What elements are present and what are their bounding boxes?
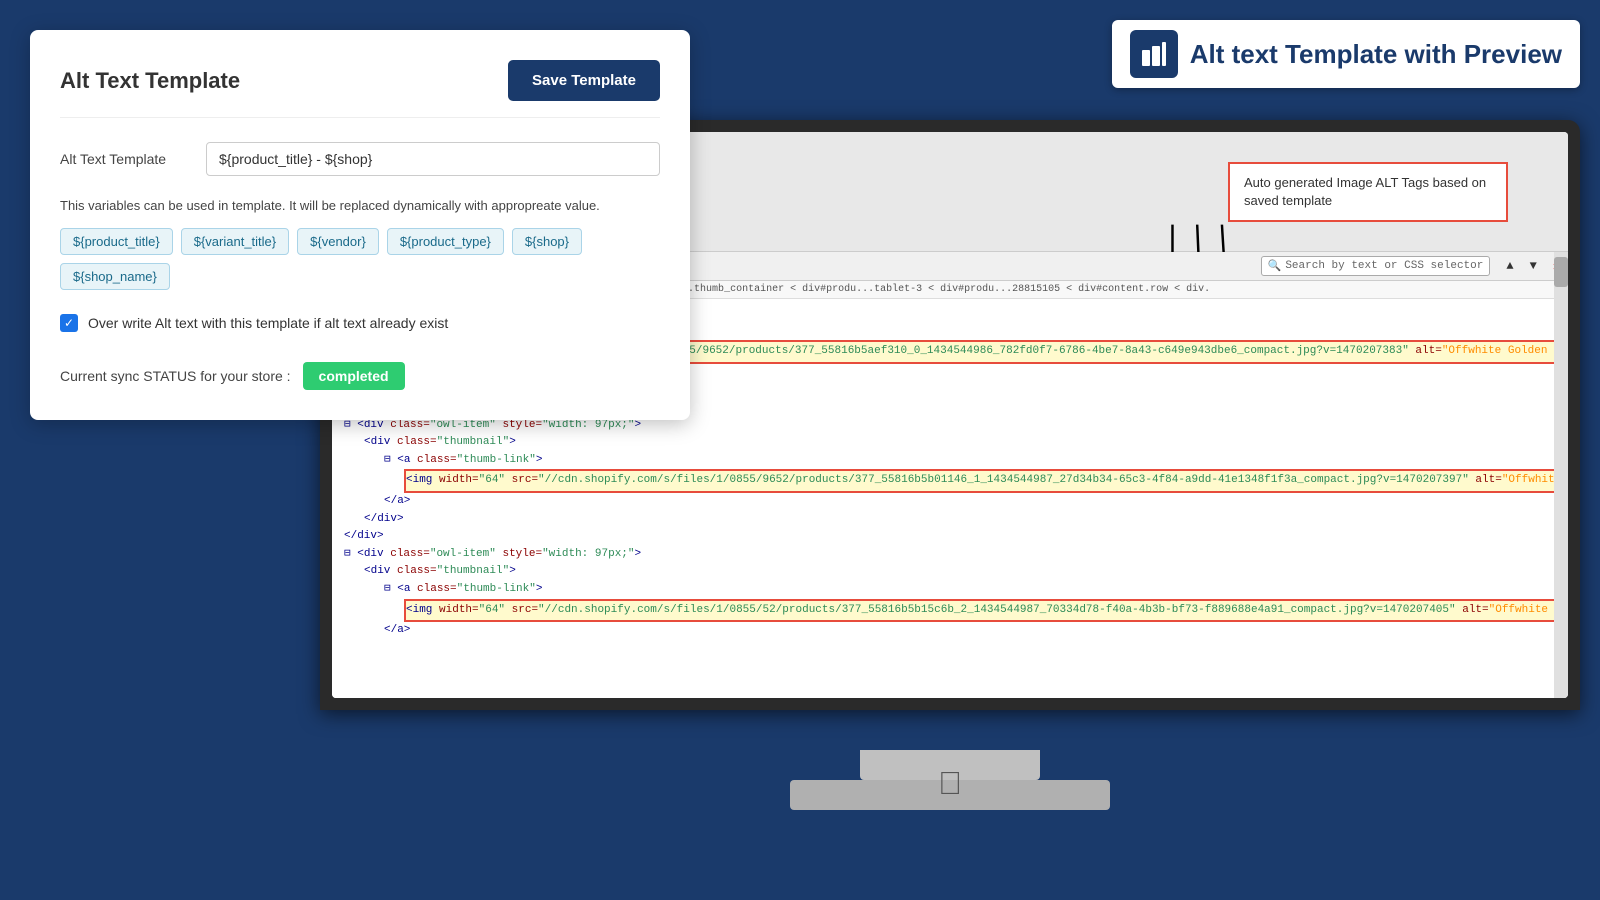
variable-vendor[interactable]: ${vendor}: [297, 228, 379, 255]
app-logo-icon: [1130, 30, 1178, 78]
panel-title: Alt Text Template: [60, 68, 240, 94]
devtools-search-placeholder: Search by text or CSS selector: [1285, 260, 1483, 272]
overwrite-checkbox-label: Over write Alt text with this template i…: [88, 315, 448, 331]
code-line-18: </a>: [344, 622, 1556, 640]
app-title: Alt text Template with Preview: [1190, 39, 1562, 70]
variables-container: ${product_title} ${variant_title} ${vend…: [60, 228, 660, 290]
alt-text-callout: Auto generated Image ALT Tags based on s…: [1228, 162, 1508, 222]
variable-shop-name[interactable]: ${shop_name}: [60, 263, 170, 290]
code-line-9: ⊟ <a class="thumb-link">: [344, 452, 1556, 470]
code-line-17-highlight: <img width="64" src="//cdn.shopify.com/s…: [344, 599, 1556, 623]
highlight-img-2: <img width="64" src="//cdn.shopify.com/s…: [404, 469, 1568, 493]
status-row: Current sync STATUS for your store : com…: [60, 362, 660, 390]
template-input[interactable]: [206, 142, 660, 176]
search-icon: 🔍: [1268, 259, 1282, 273]
variable-variant-title[interactable]: ${variant_title}: [181, 228, 289, 255]
code-line-10-highlight: <img width="64" src="//cdn.shopify.com/s…: [344, 469, 1556, 493]
save-template-button[interactable]: Save Template: [508, 60, 660, 101]
variable-shop[interactable]: ${shop}: [512, 228, 582, 255]
panel-header: Alt Text Template Save Template: [60, 60, 660, 118]
variable-product-type[interactable]: ${product_type}: [387, 228, 504, 255]
overwrite-checkbox-row: ✓ Over write Alt text with this template…: [60, 314, 660, 332]
code-line-12: </div>: [344, 511, 1556, 529]
status-label: Current sync STATUS for your store :: [60, 368, 291, 384]
variables-description: This variables can be used in template. …: [60, 196, 660, 216]
template-form-row: Alt Text Template: [60, 142, 660, 176]
alt-callout-text: Auto generated Image ALT Tags based on s…: [1244, 175, 1486, 208]
overwrite-checkbox[interactable]: ✓: [60, 314, 78, 332]
scroll-up-icon[interactable]: ▲: [1506, 259, 1513, 273]
scrollbar-thumb[interactable]: [1554, 257, 1568, 287]
highlight-img-3: <img width="64" src="//cdn.shopify.com/s…: [404, 599, 1568, 623]
scroll-down-icon[interactable]: ▼: [1530, 259, 1537, 273]
code-line-13: </div>: [344, 528, 1556, 546]
template-label: Alt Text Template: [60, 151, 190, 167]
status-badge: completed: [303, 362, 405, 390]
scrollbar-track: [1554, 252, 1568, 698]
alt-text-template-panel: Alt Text Template Save Template Alt Text…: [30, 30, 690, 420]
code-line-15: <div class="thumbnail">: [344, 563, 1556, 581]
apple-logo-icon: : [938, 765, 962, 802]
code-line-14: ⊟ <div class="owl-item" style="width: 97…: [344, 546, 1556, 564]
code-line-8: <div class="thumbnail">: [344, 434, 1556, 452]
variable-product-title[interactable]: ${product_title}: [60, 228, 173, 255]
code-line-11: </a>: [344, 493, 1556, 511]
devtools-search[interactable]: 🔍 Search by text or CSS selector: [1261, 256, 1491, 276]
code-line-16: ⊟ <a class="thumb-link">: [344, 581, 1556, 599]
app-header: Alt text Template with Preview: [1112, 20, 1580, 88]
